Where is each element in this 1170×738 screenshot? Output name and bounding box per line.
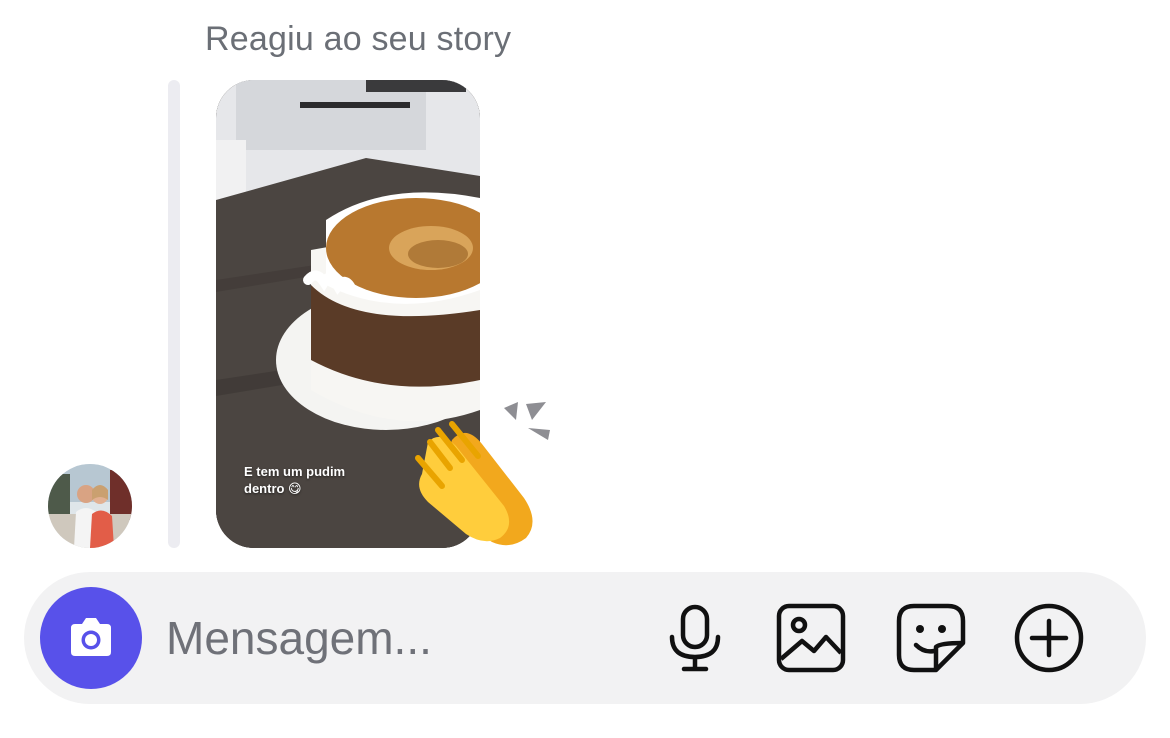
camera-button[interactable] — [40, 587, 142, 689]
image-gallery-icon — [776, 603, 846, 673]
avatar-photo-icon — [48, 464, 132, 548]
sticker-button[interactable] — [894, 601, 968, 675]
story-caption-line-1: E tem um pudim — [244, 464, 346, 479]
sticker-icon — [896, 603, 966, 673]
message-composer — [24, 572, 1146, 704]
reply-indicator-bar — [168, 80, 180, 548]
story-caption: E tem um pudim dentro 😋 — [244, 463, 384, 497]
story-reaction-label: Reagiu ao seu story — [205, 20, 512, 58]
more-options-button[interactable] — [1012, 601, 1086, 675]
story-caption-line-2: dentro 😋 — [244, 481, 302, 496]
avatar[interactable] — [48, 464, 132, 548]
message-input[interactable] — [166, 602, 636, 674]
camera-icon — [71, 618, 111, 656]
microphone-icon — [669, 604, 721, 672]
plus-circle-icon — [1014, 603, 1084, 673]
gallery-button[interactable] — [774, 601, 848, 675]
microphone-button[interactable] — [658, 601, 732, 675]
clapping-hands-icon — [408, 394, 558, 550]
